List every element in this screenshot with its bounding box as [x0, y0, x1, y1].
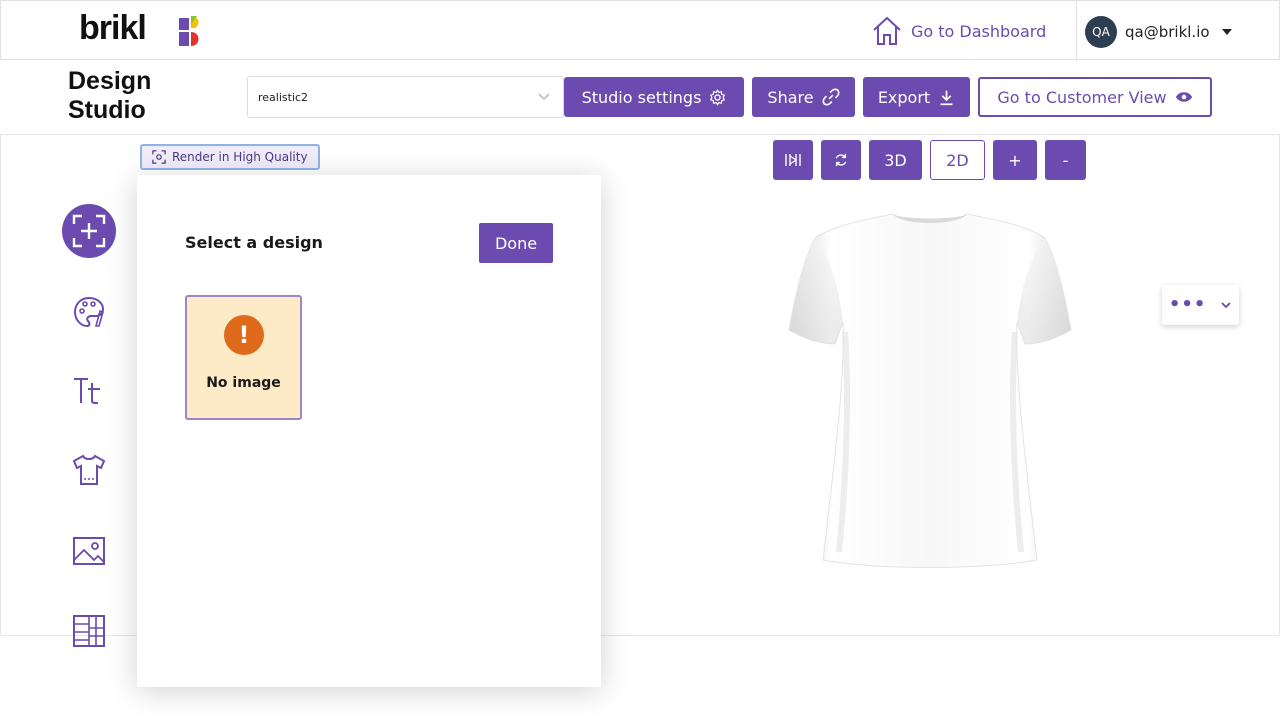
done-button[interactable]: Done: [479, 223, 553, 263]
design-card-label: No image: [206, 375, 281, 391]
select-design-panel: Select a design Done ! No image: [137, 175, 601, 687]
pattern-icon: [73, 615, 105, 647]
user-email: qa@brikl.io: [1125, 23, 1210, 41]
zoom-out-button[interactable]: -: [1045, 140, 1086, 180]
tshirt-icon: [72, 454, 106, 485]
sidebar-item-pattern[interactable]: [62, 604, 116, 658]
caret-down-icon: [1221, 29, 1232, 35]
studio-settings-label: Studio settings: [581, 87, 702, 107]
render-hq-label: Render in High Quality: [172, 150, 308, 164]
panel-title: Select a design: [185, 233, 323, 252]
share-label: Share: [767, 87, 814, 107]
scan-icon: [152, 150, 166, 164]
add-design-icon: [72, 214, 106, 248]
render-high-quality-button[interactable]: Render in High Quality: [140, 144, 320, 170]
eye-icon: [1175, 92, 1192, 102]
top-bar: brikl Go to Dashboard QA qa@brikl.io: [0, 0, 1280, 61]
studio-toolbar: Design Studio realistic2 Studio settings…: [0, 60, 1280, 135]
more-options-menu[interactable]: •••: [1162, 285, 1239, 325]
avatar: QA: [1085, 16, 1117, 48]
more-dots-icon: •••: [1168, 294, 1207, 315]
share-button[interactable]: Share: [752, 77, 855, 117]
text-icon: [74, 378, 100, 404]
dashboard-label: Go to Dashboard: [911, 21, 1047, 41]
brikl-logo-icon: [179, 16, 199, 46]
home-icon: [873, 16, 901, 45]
sidebar-item-text[interactable]: [62, 363, 116, 417]
chevron-down-icon: [1221, 302, 1231, 309]
image-icon: [73, 537, 105, 565]
reset-rotation-button[interactable]: [821, 140, 861, 180]
export-label: Export: [877, 87, 931, 107]
compare-icon: [785, 154, 801, 166]
brikl-logo-text[interactable]: brikl: [79, 9, 147, 48]
design-card[interactable]: ! No image: [185, 295, 302, 420]
refresh-icon: [835, 153, 847, 167]
download-icon: [940, 90, 953, 105]
export-button[interactable]: Export: [863, 77, 970, 117]
user-menu[interactable]: QA qa@brikl.io: [1085, 16, 1232, 48]
divider: [1076, 1, 1077, 61]
go-to-dashboard-link[interactable]: Go to Dashboard: [871, 15, 1046, 47]
sidebar-item-image[interactable]: [62, 524, 116, 578]
sidebar-item-add-design[interactable]: [62, 204, 116, 258]
studio-settings-button[interactable]: Studio settings: [564, 77, 744, 117]
product-select-value: realistic2: [258, 90, 309, 104]
zoom-in-button[interactable]: +: [993, 140, 1037, 180]
sidebar-item-product[interactable]: [62, 443, 116, 497]
view-3d-button[interactable]: 3D: [869, 140, 922, 180]
product-select[interactable]: realistic2: [247, 76, 564, 118]
customer-view-button[interactable]: Go to Customer View: [978, 77, 1212, 117]
sidebar-item-colors[interactable]: [62, 285, 116, 339]
fit-view-button[interactable]: [773, 140, 813, 180]
page-title: Design Studio: [68, 67, 152, 124]
palette-icon: [73, 296, 105, 328]
link-icon: [822, 88, 840, 106]
gear-icon: [710, 88, 726, 106]
warning-icon: !: [224, 315, 264, 355]
view-2d-button[interactable]: 2D: [930, 140, 985, 180]
tshirt-3d-model[interactable]: [785, 212, 1075, 572]
chevron-down-icon: [538, 93, 550, 101]
customer-view-label: Go to Customer View: [997, 87, 1167, 107]
